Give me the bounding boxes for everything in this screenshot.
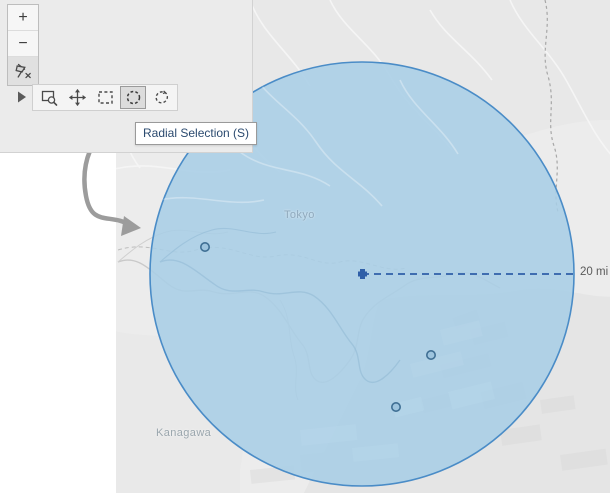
frame-left-margin: [0, 152, 116, 501]
map-marker[interactable]: [425, 349, 436, 360]
clear-pins-button[interactable]: [8, 57, 38, 85]
minus-icon: −: [18, 34, 28, 52]
zoom-in-button[interactable]: +: [8, 5, 38, 31]
dashed-rectangle-icon: [97, 91, 113, 104]
map-marker[interactable]: [390, 401, 401, 412]
dashed-circle-icon: [126, 90, 140, 105]
zoom-out-button[interactable]: −: [8, 31, 38, 57]
four-way-arrow-icon: [68, 89, 86, 106]
pin-with-x-icon: [15, 63, 31, 79]
dashed-lasso-icon: [154, 90, 168, 104]
map-application: Tokyo Kanagawa 20 mi + − Radial Selectio…: [0, 0, 616, 501]
tool-rectangle-select[interactable]: [92, 86, 118, 109]
frame-right-margin: [610, 0, 616, 501]
tool-zoom-area[interactable]: [36, 86, 62, 109]
tool-tooltip: Radial Selection (S): [135, 122, 258, 145]
tool-pan[interactable]: [64, 86, 90, 109]
tool-lasso-select[interactable]: [148, 86, 174, 109]
play-triangle-icon: [18, 91, 26, 103]
plus-icon: +: [18, 8, 28, 26]
zoom-control-stack: + −: [7, 4, 39, 86]
tool-radial-select[interactable]: [120, 86, 146, 109]
selection-tool-strip: [32, 84, 178, 111]
tooltip-text: Radial Selection (S): [143, 126, 250, 140]
rectangle-magnifier-icon: [41, 90, 57, 106]
radius-distance-label: 20 mi: [580, 266, 609, 278]
map-marker[interactable]: [200, 242, 211, 253]
